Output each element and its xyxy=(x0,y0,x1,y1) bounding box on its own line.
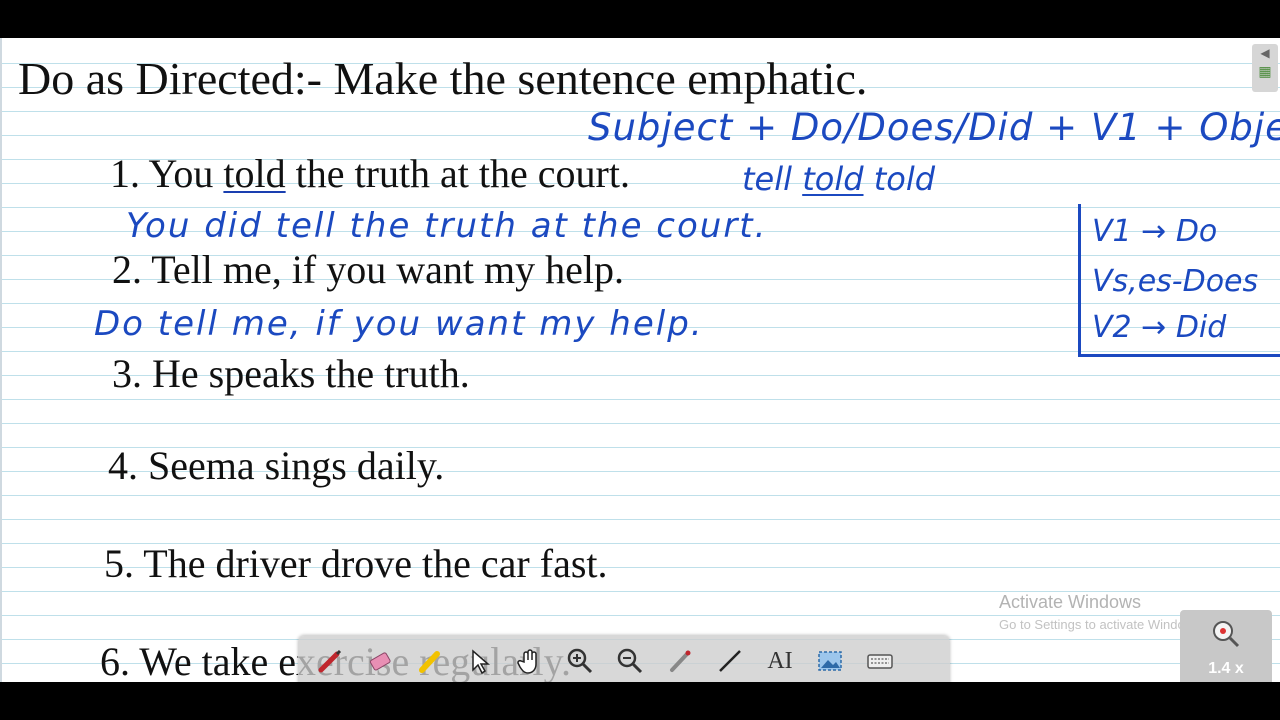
sentence-2: 2. Tell me, if you want my help. xyxy=(112,246,624,293)
verb-form-base: tell xyxy=(742,160,793,198)
notebook-page: Do as Directed:- Make the sentence empha… xyxy=(0,38,1280,682)
sentence-text: Tell me, if you want my help. xyxy=(151,247,624,292)
thumbnail-grid-icon: ▦ xyxy=(1258,64,1272,80)
zoom-panel[interactable]: 1.4 x xyxy=(1180,610,1272,682)
zoom-level: 1.4 x xyxy=(1208,660,1244,677)
page-title: Do as Directed:- Make the sentence empha… xyxy=(18,53,868,104)
sentence-number: 1. xyxy=(110,151,140,196)
zoom-out-icon[interactable] xyxy=(612,643,648,679)
sentence-5: 5. The driver drove the car fast. xyxy=(104,540,608,587)
magnifier-icon xyxy=(1213,621,1240,648)
screenshot-icon[interactable] xyxy=(812,643,848,679)
verb-form-participle: told xyxy=(873,160,936,198)
hand-icon[interactable] xyxy=(512,643,548,679)
keyboard-icon[interactable] xyxy=(862,643,898,679)
page-margin-line xyxy=(0,38,2,682)
text-tool-label: AI xyxy=(767,647,793,674)
sentence-text: The driver drove the car fast. xyxy=(143,541,608,586)
sentence-1: 1. You told the truth at the court. xyxy=(110,150,630,197)
eraser-icon[interactable] xyxy=(362,643,398,679)
handwritten-verb-forms: tell told told xyxy=(742,160,935,198)
sentence-number: 2. xyxy=(112,247,142,292)
collapse-arrow-icon: ◀ xyxy=(1260,46,1270,60)
side-panel-toggle[interactable]: ◀ ▦ xyxy=(1252,44,1278,92)
handwritten-formula: Subject + Do/Does/Did + V1 + Object. xyxy=(588,106,1280,149)
activation-watermark-title: Activate Windows xyxy=(999,592,1142,612)
sentence-part-after: the truth at the court. xyxy=(285,151,630,196)
pen-icon[interactable] xyxy=(312,643,348,679)
marker-icon[interactable] xyxy=(662,643,698,679)
line-icon[interactable] xyxy=(712,643,748,679)
sentence-text: He speaks the truth. xyxy=(152,351,470,396)
pointer-icon[interactable] xyxy=(462,643,498,679)
annotation-toolbar: AI xyxy=(298,636,950,682)
sentence-3: 3. He speaks the truth. xyxy=(112,350,470,397)
sentence-number: 6. xyxy=(100,639,130,682)
zoom-in-icon[interactable] xyxy=(562,643,598,679)
handwritten-answer-1: You did tell the truth at the court. xyxy=(126,206,768,246)
letterbox-bottom xyxy=(0,682,1280,720)
handwritten-answer-2: Do tell me, if you want my help. xyxy=(94,304,704,344)
sentence-part-before: You xyxy=(148,151,224,196)
sentence-text: Seema sings daily. xyxy=(148,443,445,488)
rule-v1: V1 → Do xyxy=(1092,214,1218,249)
sentence-underlined-word: told xyxy=(223,151,286,196)
sentence-number: 4. xyxy=(108,443,138,488)
rule-vs-es: Vs,es-Does xyxy=(1092,264,1259,299)
sentence-number: 3. xyxy=(112,351,142,396)
highlighter-icon[interactable] xyxy=(412,643,448,679)
text-icon[interactable]: AI xyxy=(762,643,798,679)
sentence-4: 4. Seema sings daily. xyxy=(108,442,444,489)
verb-form-past: told xyxy=(802,160,864,198)
sentence-number: 5. xyxy=(104,541,134,586)
rule-v2: V2 → Did xyxy=(1092,310,1227,345)
letterbox-top xyxy=(0,0,1280,38)
